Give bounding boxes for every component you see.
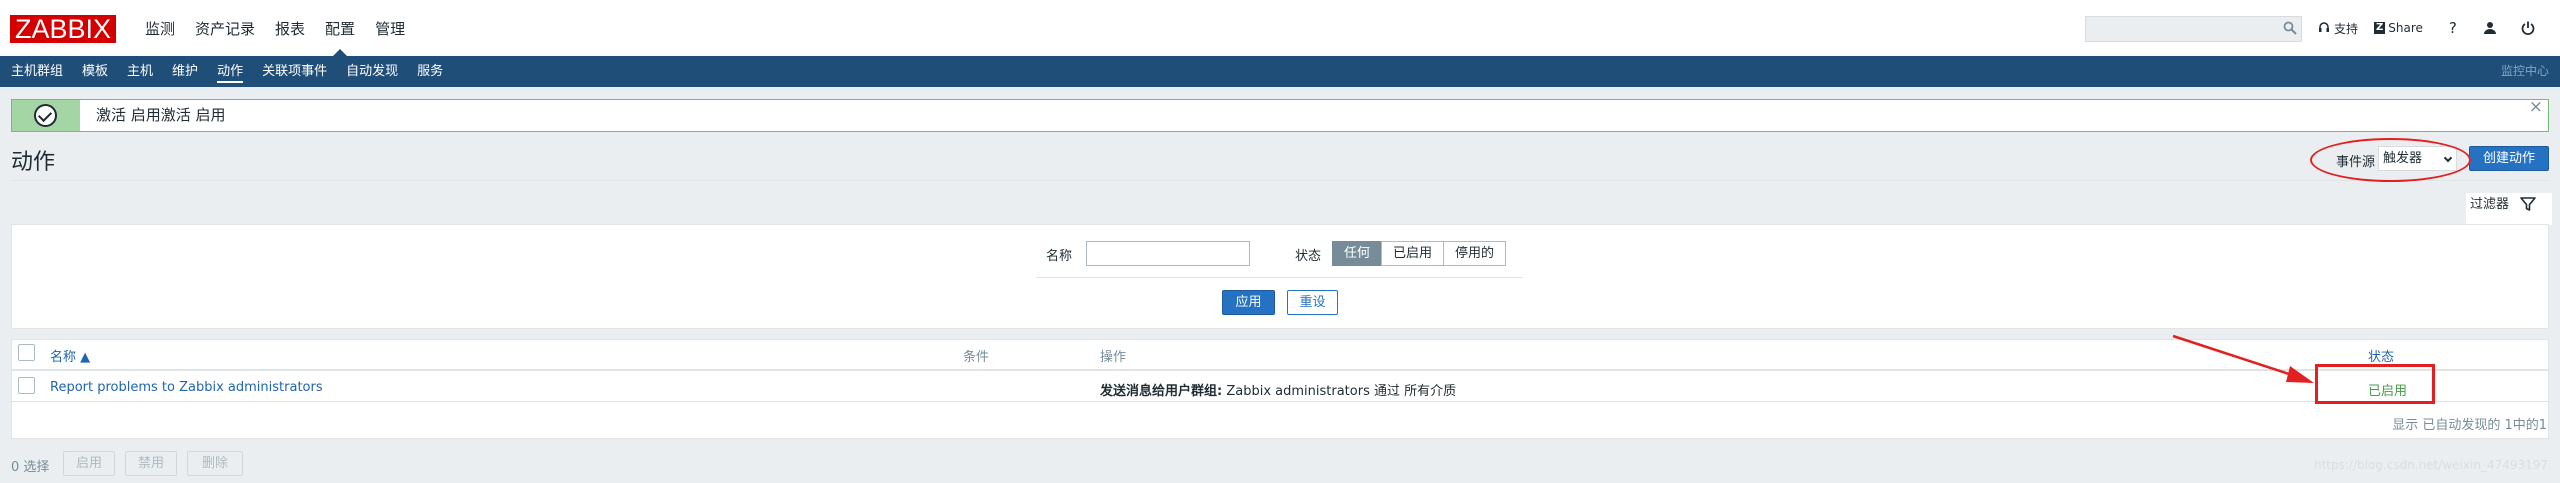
annotation-ellipse <box>2310 138 2471 182</box>
create-action-button[interactable]: 创建动作 <box>2469 146 2549 171</box>
sub-navigation: 主机群组 模板 主机 维护 动作 关联项事件 自动发现 服务 监控中心 <box>0 56 2560 87</box>
menu-configuration[interactable]: 配置 <box>317 0 363 56</box>
column-header-status[interactable]: 状态 <box>2368 346 2394 365</box>
close-icon[interactable]: × <box>2529 99 2543 116</box>
annotation-arrow <box>2172 334 2314 383</box>
check-icon <box>34 104 57 127</box>
help-icon: ? <box>2448 19 2457 37</box>
column-header-name[interactable]: 名称 ▲ <box>50 346 90 365</box>
action-operations: 发送消息给用户群组: Zabbix administrators 通过 所有介质 <box>1100 380 1456 399</box>
subnav-actions[interactable]: 动作 <box>217 56 244 87</box>
menu-monitoring[interactable]: 监测 <box>137 0 183 56</box>
operation-type: 发送消息给用户群组: <box>1100 384 1223 399</box>
search-icon[interactable] <box>2283 21 2297 35</box>
subnav-event-correlation[interactable]: 关联项事件 <box>262 56 327 87</box>
delete-button[interactable]: 删除 <box>187 451 243 476</box>
subnav-host-groups[interactable]: 主机群组 <box>11 56 63 87</box>
server-name: 监控中心 <box>2500 64 2549 78</box>
message-status-area <box>12 100 80 131</box>
filter-icon[interactable] <box>2520 196 2536 212</box>
support-label: 支持 <box>2334 21 2359 36</box>
message-text: 激活 启用激活 启用 <box>96 106 226 124</box>
filter-name-label: 名称 <box>1046 249 1073 264</box>
header-divider <box>11 180 2549 181</box>
selected-count: 0 选择 <box>11 460 50 475</box>
row-checkbox[interactable] <box>18 377 35 394</box>
reset-button[interactable]: 重设 <box>1287 290 1338 315</box>
filter-divider <box>1036 277 1523 278</box>
column-header-conditions: 条件 <box>963 350 990 365</box>
filter-status-radio: 任何 已启用 停用的 <box>1332 241 1507 266</box>
operation-detail: Zabbix administrators 通过 所有介质 <box>1222 384 1457 399</box>
page-title: 动作 <box>11 150 56 175</box>
filter-name-input[interactable] <box>1086 241 1250 266</box>
watermark: https://blog.csdn.net/weixin_47493197 <box>2313 458 2548 472</box>
global-search-input[interactable] <box>2085 16 2302 42</box>
menu-reports[interactable]: 报表 <box>267 0 313 56</box>
main-menu: 监测 资产记录 报表 配置 管理 <box>137 0 417 56</box>
status-option-any[interactable]: 任何 <box>1332 241 1383 266</box>
filter-status-label: 状态 <box>1295 249 1322 264</box>
menu-inventory[interactable]: 资产记录 <box>187 0 263 56</box>
share-label: Share <box>2388 21 2423 35</box>
subnav-services[interactable]: 服务 <box>417 56 443 87</box>
menu-administration[interactable]: 管理 <box>367 0 413 56</box>
subnav-maintenance[interactable]: 维护 <box>172 56 198 87</box>
success-message: 激活 启用激活 启用 × <box>11 99 2549 132</box>
subnav-hosts[interactable]: 主机 <box>127 56 153 87</box>
table-summary: 显示 已自动发现的 1中的1 <box>2392 418 2547 433</box>
support-link[interactable]: 支持 <box>2318 20 2358 37</box>
user-profile-icon[interactable] <box>2483 21 2497 35</box>
action-name-link[interactable]: Report problems to Zabbix administrators <box>50 380 323 395</box>
disable-button[interactable]: 禁用 <box>125 451 177 476</box>
apply-button[interactable]: 应用 <box>1222 290 1275 315</box>
headset-icon <box>2319 22 2329 32</box>
enable-button[interactable]: 启用 <box>63 451 115 476</box>
top-header: ZABBIX 监测 资产记录 报表 配置 管理 支持 Z Share ? <box>0 0 2560 56</box>
zabbix-logo[interactable]: ZABBIX <box>10 15 116 43</box>
help-link[interactable]: ? <box>2449 19 2457 37</box>
share-icon: Z <box>2374 22 2386 34</box>
row-divider <box>11 401 2549 402</box>
share-link[interactable]: Z Share <box>2374 21 2423 35</box>
column-header-operations: 操作 <box>1100 350 1127 365</box>
status-option-disabled[interactable]: 停用的 <box>1443 241 1507 266</box>
top-links: 支持 Z Share ? <box>2318 0 2535 56</box>
filter-tab-label[interactable]: 过滤器 <box>2470 196 2509 214</box>
subnav-discovery[interactable]: 自动发现 <box>346 56 398 87</box>
select-all-checkbox[interactable] <box>18 344 35 361</box>
annotation-box <box>2315 364 2435 404</box>
status-option-enabled[interactable]: 已启用 <box>1381 241 1445 266</box>
subnav-templates[interactable]: 模板 <box>82 56 108 87</box>
table-header-divider <box>11 369 2549 371</box>
sign-out-icon[interactable] <box>2521 21 2535 35</box>
